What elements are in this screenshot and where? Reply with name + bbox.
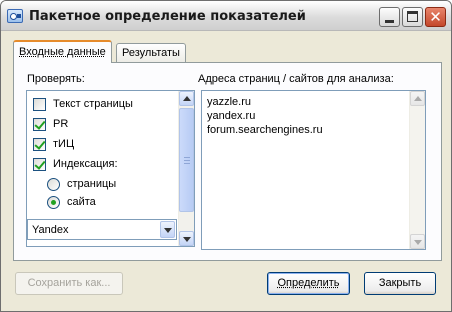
search-engine-select[interactable]: Yandex [27, 219, 177, 240]
define-label: Определить [277, 277, 340, 289]
define-button[interactable]: Определить [267, 272, 350, 295]
arrow-down-icon [183, 237, 191, 242]
grip-line [184, 163, 190, 164]
maximize-button[interactable] [402, 7, 423, 27]
tab-results[interactable]: Результаты [116, 43, 186, 63]
close-icon: ✕ [429, 8, 442, 26]
check-options-label: Проверять: [27, 73, 85, 85]
tab-input-data-label: Входные данные [19, 46, 106, 58]
scroll-down-button[interactable] [179, 231, 194, 246]
search-engine-value: Yandex [32, 224, 69, 236]
scroll-thumb[interactable] [179, 108, 194, 212]
radio-pages[interactable] [47, 178, 60, 191]
check-item-label: тИЦ [53, 138, 75, 150]
close-label: Закрыть [378, 277, 422, 289]
close-window-button[interactable]: ✕ [425, 7, 446, 27]
arrow-up-icon [183, 96, 191, 101]
url-line: yazzle.ru [207, 96, 252, 108]
arrow-up-icon [414, 96, 422, 101]
tab-panel-input-data: Проверять: Адреса страниц / сайтов для а… [13, 62, 442, 261]
radio-label: сайта [67, 196, 96, 208]
close-button[interactable]: Закрыть [364, 272, 436, 295]
maximize-icon [407, 11, 418, 22]
check-item-label: Текст страницы [53, 98, 133, 110]
scroll-down-button[interactable] [410, 234, 425, 249]
scroll-up-button[interactable] [410, 91, 425, 106]
save-as-button: Сохранить как... [15, 272, 123, 295]
window-title: Пакетное определение показателей [29, 9, 306, 24]
dropdown-button[interactable] [160, 221, 175, 238]
check-options-list: Текст страницы PR тИЦ Индексация: страни… [26, 90, 195, 247]
check-list-scrollbar[interactable] [178, 91, 194, 246]
grip-line [184, 160, 190, 161]
urls-textarea[interactable]: yazzle.ru yandex.ru forum.searchengines.… [201, 90, 426, 250]
grip-line [184, 157, 190, 158]
urls-label: Адреса страниц / сайтов для анализа: [198, 73, 394, 85]
checkbox-page-text[interactable] [33, 98, 46, 111]
tab-results-label: Результаты [122, 47, 180, 59]
url-line: yandex.ru [207, 110, 256, 122]
urls-scrollbar[interactable] [409, 91, 425, 249]
dialog-window: Пакетное определение показателей ✕ Входн… [0, 0, 452, 312]
checkbox-tic[interactable] [33, 138, 46, 151]
radio-label: страницы [67, 178, 117, 190]
checkbox-pr[interactable] [33, 118, 46, 131]
checkbox-indexing[interactable] [33, 158, 46, 171]
scroll-up-button[interactable] [179, 91, 194, 106]
minimize-button[interactable] [379, 7, 400, 27]
check-item-label: PR [53, 118, 69, 130]
app-icon [7, 9, 23, 23]
chevron-down-icon [164, 228, 172, 233]
radio-site[interactable] [47, 196, 60, 209]
urls-lines: yazzle.ru yandex.ru forum.searchengines.… [207, 95, 323, 137]
save-as-label: Сохранить как... [27, 277, 111, 289]
arrow-down-icon [414, 240, 422, 245]
title-bar[interactable]: Пакетное определение показателей ✕ [1, 1, 451, 31]
check-item-label: Индексация: [53, 158, 118, 170]
url-line: forum.searchengines.ru [207, 124, 323, 136]
tab-input-data[interactable]: Входные данные [13, 40, 112, 63]
minimize-icon [385, 20, 394, 23]
